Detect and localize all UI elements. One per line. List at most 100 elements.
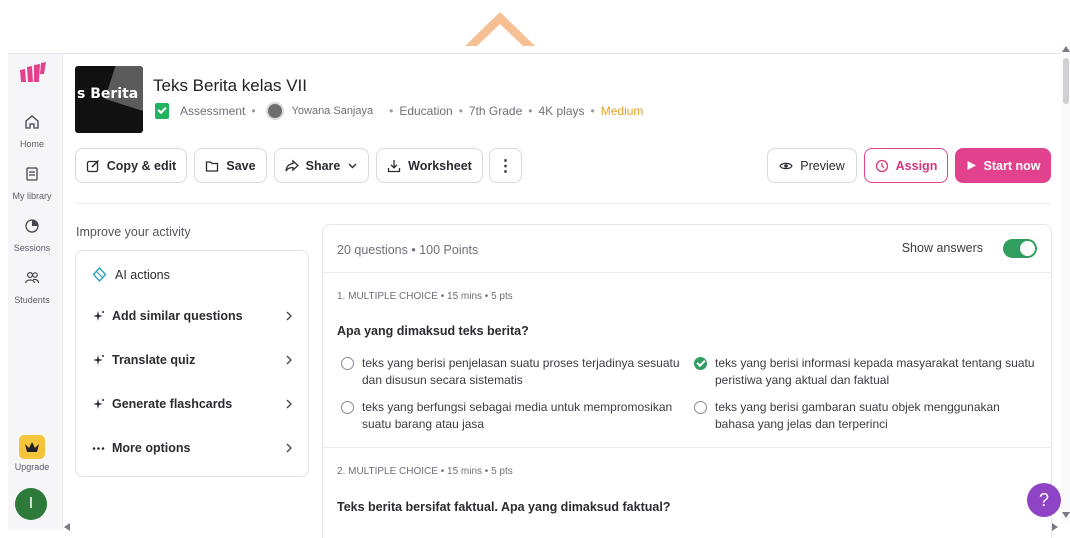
show-answers-toggle[interactable] (1003, 239, 1037, 258)
questions-panel: 20 questions • 100 Points Show answers 1… (322, 224, 1052, 538)
worksheet-label: Worksheet (408, 158, 472, 173)
save-button[interactable]: Save (194, 148, 267, 183)
show-answers-label: Show answers (901, 241, 983, 255)
difficulty-badge: Medium (600, 104, 644, 118)
ai-actions-header: AI actions (92, 267, 170, 282)
start-now-label: Start now (983, 158, 1041, 173)
quizizz-logo-icon[interactable] (18, 62, 46, 84)
chevron-right-icon (286, 311, 292, 321)
question-type-line: 2. MULTIPLE CHOICE • 15 mins • 5 pts (337, 466, 513, 477)
scroll-down-arrow-icon[interactable] (1062, 512, 1070, 518)
add-similar-questions-row[interactable]: Add similar questions (92, 309, 294, 323)
chevron-right-icon (286, 399, 292, 409)
vertical-scroll-thumb[interactable] (1063, 58, 1069, 104)
sessions-icon (25, 219, 39, 233)
app-window: Home My library Sessions Students Upgrad… (0, 0, 1070, 538)
top-strip (0, 0, 1070, 46)
copy-edit-button[interactable]: Copy & edit (75, 148, 187, 183)
option-text: teks yang berfungsi sebagai media untuk … (362, 400, 673, 431)
sidebar-item-label: Home (19, 139, 44, 149)
check-circle-icon (694, 357, 707, 370)
row-label: Add similar questions (112, 309, 243, 323)
row-label: Generate flashcards (112, 397, 233, 411)
author-avatar[interactable] (265, 102, 284, 120)
question-divider (323, 447, 1051, 448)
help-button[interactable]: ? (1027, 483, 1061, 517)
chevron-right-icon (286, 355, 292, 365)
library-icon (26, 167, 38, 181)
answer-option: teks yang berisi penjelasan suatu proses… (341, 355, 681, 389)
scroll-left-arrow-icon[interactable] (64, 523, 70, 531)
more-vertical-icon: ⋮ (497, 157, 514, 175)
assessment-icon (155, 103, 169, 119)
thumbnail-text: s Berita (77, 86, 139, 102)
question-text: Teks berita bersifat faktual. Apa yang d… (337, 500, 671, 514)
clock-icon (875, 159, 888, 172)
quiz-thumbnail: s Berita (75, 66, 143, 133)
header-divider (75, 203, 1051, 204)
quiz-meta: Assessment • Yowana Sanjaya • Education … (155, 102, 643, 120)
ai-sparkle-icon (92, 267, 107, 282)
vertical-scrollbar[interactable] (1061, 46, 1070, 524)
translate-quiz-row[interactable]: Translate quiz (92, 353, 294, 367)
ai-actions-panel: AI actions Add similar questions Transla… (75, 250, 309, 477)
option-text: teks yang berisi penjelasan suatu proses… (362, 356, 680, 387)
option-text: teks yang berisi gambaran suatu objek me… (715, 400, 1000, 431)
more-horizontal-icon (92, 446, 105, 450)
assign-label: Assign (895, 158, 938, 173)
improve-heading: Improve your activity (76, 225, 191, 239)
copy-edit-label: Copy & edit (106, 158, 177, 173)
frame-divider (8, 53, 1060, 54)
radio-icon (341, 357, 354, 370)
answer-option: teks yang berfungsi sebagai media untuk … (341, 399, 681, 433)
folder-icon (206, 160, 219, 172)
question-text: Apa yang dimaksud teks berita? (337, 324, 529, 338)
scroll-up-arrow-icon[interactable] (1062, 46, 1070, 52)
upgrade-label: Upgrade (14, 462, 50, 472)
edit-icon (86, 159, 99, 172)
sparkle-icon (93, 354, 104, 365)
sparkle-icon (93, 398, 104, 409)
preview-button[interactable]: Preview (767, 148, 857, 183)
answer-option-correct: teks yang berisi informasi kepada masyar… (694, 355, 1039, 389)
more-options-row[interactable]: More options (92, 441, 294, 455)
question-type-line: 1. MULTIPLE CHOICE • 15 mins • 5 pts (337, 291, 513, 302)
preview-label: Preview (800, 158, 845, 173)
worksheet-button[interactable]: Worksheet (376, 148, 483, 183)
sidebar-item-label: Students (14, 295, 50, 305)
sidebar-item-sessions[interactable]: Sessions (8, 218, 56, 256)
chevron-down-icon (348, 163, 357, 169)
sidebar-item-my-library[interactable]: My library (8, 166, 56, 204)
option-text: teks yang berisi informasi kepada masyar… (715, 356, 1035, 387)
quiz-summary: 20 questions • 100 Points (337, 243, 479, 257)
home-icon (25, 115, 39, 129)
sidebar-item-home[interactable]: Home (8, 114, 56, 152)
sidebar-item-students[interactable]: Students (8, 270, 56, 308)
more-actions-button[interactable]: ⋮ (489, 148, 522, 183)
brand-watermark-icon (465, 12, 535, 46)
author-name[interactable]: Yowana Sanjaya (292, 105, 374, 117)
upgrade-button[interactable] (19, 435, 45, 459)
download-icon (388, 159, 401, 172)
scroll-right-arrow-icon[interactable] (1052, 523, 1058, 531)
sidebar-item-label: My library (12, 191, 52, 201)
ai-actions-label: AI actions (115, 267, 170, 282)
start-now-button[interactable]: Start now (955, 148, 1051, 183)
row-label: Translate quiz (112, 353, 196, 367)
subject: Education (399, 104, 453, 118)
eye-icon (779, 162, 793, 169)
user-avatar[interactable]: I (15, 488, 47, 520)
radio-icon (694, 401, 707, 414)
radio-icon (341, 401, 354, 414)
sidebar-item-label: Sessions (13, 243, 51, 253)
grade: 7th Grade (468, 104, 523, 118)
sparkle-icon (93, 310, 104, 321)
generate-flashcards-row[interactable]: Generate flashcards (92, 397, 294, 411)
share-icon (284, 159, 299, 171)
share-button[interactable]: Share (274, 148, 369, 183)
play-icon (967, 161, 976, 170)
row-label: More options (112, 441, 191, 455)
plays-count: 4K plays (538, 104, 585, 118)
assign-button[interactable]: Assign (864, 148, 948, 183)
save-label: Save (226, 158, 256, 173)
